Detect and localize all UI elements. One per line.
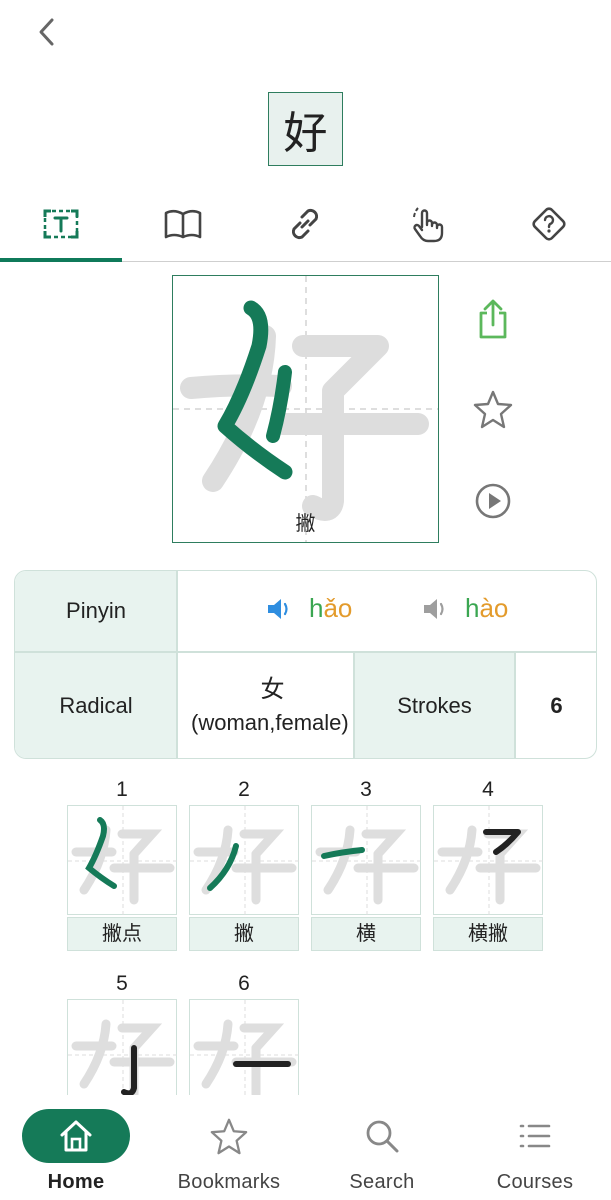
pinyin-final: ào: [479, 593, 509, 623]
nav-bookmarks[interactable]: Bookmarks: [153, 1095, 305, 1200]
current-stroke-name: 撇: [295, 511, 316, 535]
nav-search[interactable]: Search: [306, 1095, 458, 1200]
nav-home-pill: [22, 1109, 130, 1163]
row-divider: [15, 651, 596, 653]
home-icon: [60, 1120, 92, 1152]
tab-quiz[interactable]: [488, 188, 610, 260]
play-icon: [475, 483, 511, 519]
nav-courses-label: Courses: [496, 1171, 574, 1193]
back-button[interactable]: [30, 14, 66, 50]
star-icon: [210, 1118, 248, 1155]
play-button[interactable]: [470, 478, 516, 524]
stroke-step[interactable]: 5: [67, 969, 178, 1095]
radical-meaning: (woman,female): [191, 710, 349, 735]
tab-dictionary[interactable]: [122, 188, 244, 260]
pinyin-initial: h: [465, 593, 480, 623]
tab-text[interactable]: [0, 188, 122, 262]
nav-courses-pill: [481, 1109, 589, 1163]
bottom-navigation: Home Bookmarks Search Courses: [0, 1095, 611, 1200]
nav-search-label: Search: [349, 1171, 415, 1193]
col-divider: [353, 652, 355, 758]
stroke-step-number: 5: [116, 972, 128, 995]
stroke-step-diagram: [67, 805, 178, 916]
strokes-count: 6: [550, 693, 563, 718]
text-box-icon: [43, 209, 79, 239]
stroke-step-name: 横: [311, 917, 421, 951]
share-icon: [479, 299, 507, 339]
tab-links[interactable]: [244, 188, 366, 260]
tab-practice[interactable]: [366, 188, 488, 260]
speaker-icon: [268, 598, 288, 619]
stroke-step[interactable]: 4 横撇: [433, 775, 544, 951]
stroke-step-diagram: [189, 805, 300, 916]
strokes-label: Strokes: [354, 652, 515, 758]
stroke-step-name: 横撇: [433, 917, 543, 951]
pinyin-initial: h: [309, 593, 324, 623]
stroke-step-number: 6: [238, 972, 250, 995]
nav-bookmarks-pill: [175, 1109, 283, 1163]
stroke-step-diagram: [67, 999, 178, 1095]
nav-home-label: Home: [47, 1171, 105, 1193]
stroke-animation-canvas[interactable]: 撇: [172, 275, 439, 543]
share-button[interactable]: [470, 296, 516, 342]
tab-bar: [0, 188, 611, 262]
stroke-order-grid: 1 撇点 2 撇 3 横 4 横撇 5 6: [0, 775, 611, 1095]
stroke-step-diagram: [311, 805, 422, 916]
pinyin-reading-2[interactable]: hào: [421, 593, 508, 624]
stroke-step-number: 3: [360, 778, 372, 801]
chevron-left-icon: [39, 18, 54, 46]
stroke-step-name: 撇: [189, 917, 299, 951]
nav-search-pill: [328, 1109, 436, 1163]
nav-courses[interactable]: Courses: [459, 1095, 611, 1200]
col-divider: [176, 571, 178, 758]
stroke-step[interactable]: 3 横: [311, 775, 422, 951]
radical-value: 女 (woman,female): [177, 652, 354, 758]
stroke-diagram: [173, 276, 438, 542]
speaker-icon: [424, 598, 444, 619]
radical-label: Radical: [15, 652, 177, 758]
pinyin-label: Pinyin: [15, 571, 177, 651]
star-icon: [473, 390, 513, 429]
pinyin-final: ǎo: [323, 593, 353, 623]
link-icon: [291, 208, 319, 240]
character-glyph: 好: [283, 108, 328, 159]
character-info-table: Pinyin hǎo hào Radical 女 (woman,female) …: [14, 570, 597, 759]
book-icon: [164, 209, 202, 239]
stroke-step-number: 1: [116, 778, 128, 801]
character-header: 好: [268, 92, 343, 166]
stroke-step[interactable]: 6: [189, 969, 300, 1095]
stroke-step-number: 2: [238, 778, 250, 801]
stroke-step-diagram: [189, 999, 300, 1095]
stroke-step-diagram: [433, 805, 544, 916]
bookmark-button[interactable]: [470, 386, 516, 432]
col-divider: [514, 652, 516, 758]
radical-char: 女: [260, 675, 285, 703]
question-diamond-icon: [532, 207, 566, 241]
nav-home[interactable]: Home: [0, 1095, 152, 1200]
search-icon: [366, 1120, 399, 1153]
tap-hand-icon: [413, 207, 444, 243]
stroke-step-name: 撇点: [67, 917, 177, 951]
stroke-step[interactable]: 1 撇点: [67, 775, 178, 951]
stroke-step-number: 4: [482, 778, 494, 801]
stroke-step[interactable]: 2 撇: [189, 775, 300, 951]
tab-active-indicator: [0, 258, 122, 262]
list-icon: [519, 1124, 551, 1148]
pinyin-reading-1[interactable]: hǎo: [265, 593, 352, 624]
nav-bookmarks-label: Bookmarks: [177, 1171, 281, 1193]
